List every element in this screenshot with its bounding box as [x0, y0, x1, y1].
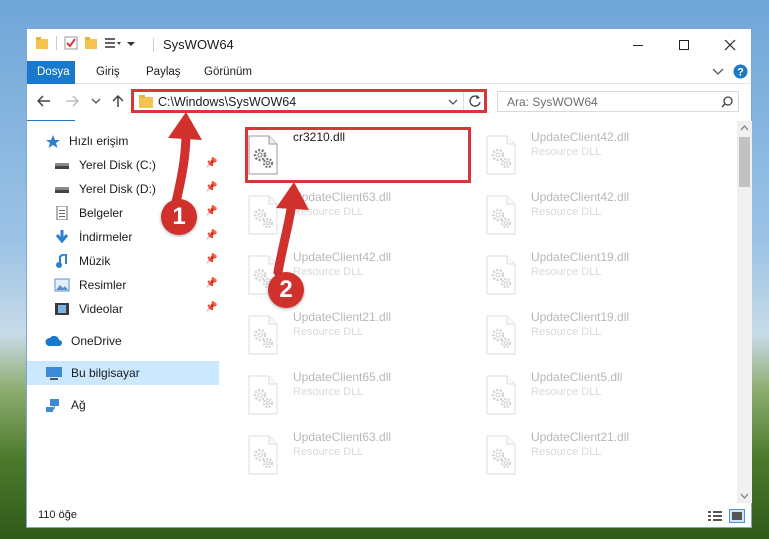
annotation-arrows — [168, 112, 309, 277]
step-badge-2: 2 — [268, 272, 304, 308]
step-badge-1: 1 — [161, 199, 197, 235]
